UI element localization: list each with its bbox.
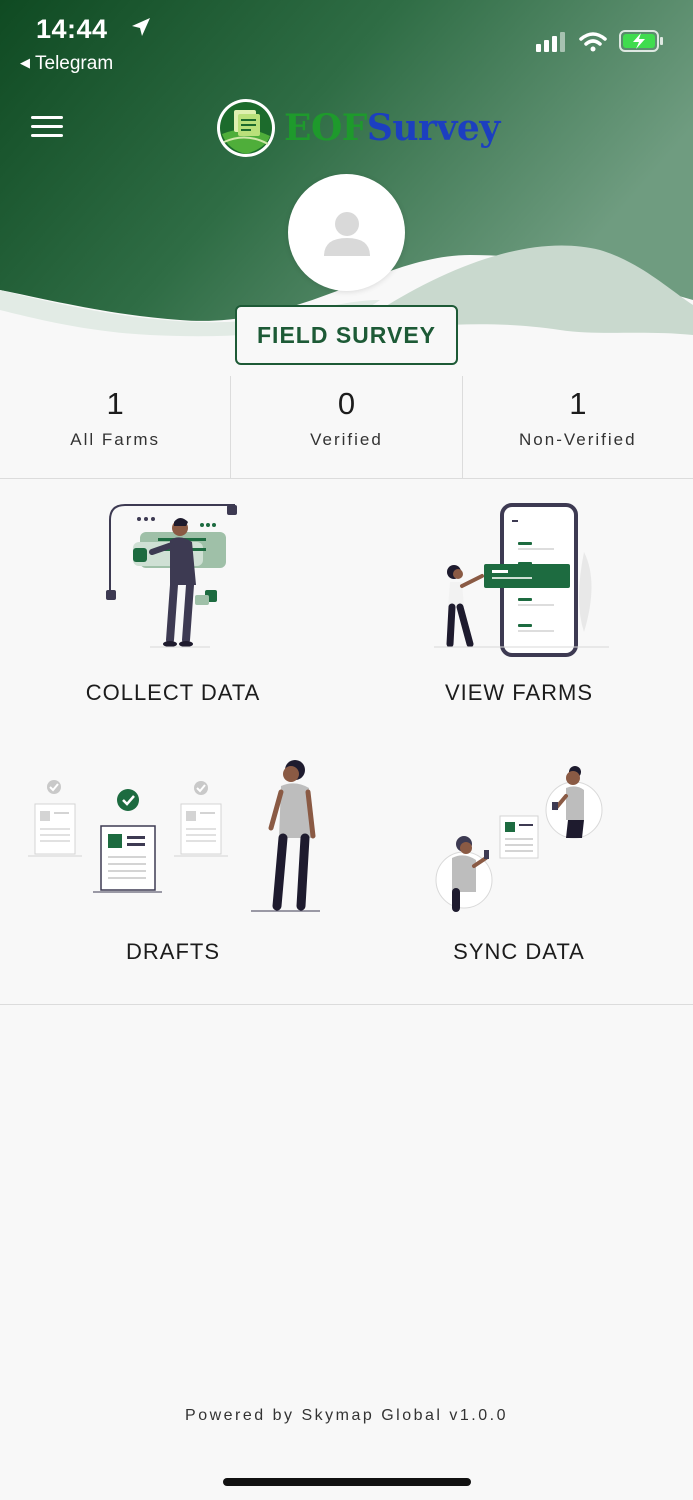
collect-data-illustration bbox=[106, 504, 237, 648]
back-triangle-icon: ◀ bbox=[20, 55, 30, 70]
home-indicator[interactable] bbox=[223, 1478, 471, 1486]
app-logo: EOFSurvey bbox=[216, 98, 500, 158]
stat-value: 1 bbox=[106, 386, 124, 421]
back-app-label: Telegram bbox=[35, 53, 114, 74]
stat-verified[interactable]: 0 Verified bbox=[231, 376, 463, 478]
stat-all-farms[interactable]: 1 All Farms bbox=[0, 376, 232, 478]
stat-value: 0 bbox=[337, 386, 356, 421]
eof-survey-logo-icon bbox=[217, 99, 275, 157]
stat-value: 1 bbox=[569, 386, 587, 421]
cellular-signal-icon bbox=[536, 32, 566, 52]
battery-charging-icon bbox=[619, 30, 663, 52]
status-time: 14:44 bbox=[36, 14, 108, 44]
avatar[interactable] bbox=[288, 174, 405, 291]
user-avatar-icon bbox=[323, 211, 370, 256]
collect-data-label: COLLECT DATA bbox=[85, 680, 261, 705]
view-farms-illustration bbox=[434, 503, 609, 657]
stat-non-verified[interactable]: 1 Non-Verified bbox=[463, 376, 693, 478]
field-survey-button[interactable]: FIELD SURVEY bbox=[235, 305, 458, 365]
menu-button[interactable] bbox=[28, 112, 66, 142]
stat-label: All Farms bbox=[70, 430, 161, 449]
farm-stats: 1 All Farms 0 Verified 1 Non-Verified bbox=[0, 376, 693, 479]
back-to-app-link[interactable]: ◀ Telegram bbox=[20, 53, 113, 75]
wifi-icon bbox=[578, 32, 607, 52]
sync-data-label: SYNC DATA bbox=[453, 939, 585, 964]
location-arrow-icon bbox=[132, 18, 150, 36]
section-divider bbox=[0, 1004, 693, 1005]
view-farms-tile[interactable]: VIEW FARMS bbox=[346, 490, 692, 745]
logo-text-survey: Survey bbox=[366, 107, 500, 149]
stat-label: Non-Verified bbox=[519, 430, 637, 449]
sync-data-tile[interactable]: SYNC DATA bbox=[346, 748, 692, 1003]
collect-data-tile[interactable]: COLLECT DATA bbox=[0, 490, 346, 745]
stat-label: Verified bbox=[310, 430, 383, 449]
drafts-illustration bbox=[28, 760, 320, 912]
hamburger-menu-icon bbox=[28, 116, 66, 137]
drafts-tile[interactable]: DRAFTS bbox=[0, 748, 346, 1003]
logo-text-eof: EOF bbox=[284, 107, 367, 149]
drafts-label: DRAFTS bbox=[126, 939, 220, 964]
footer-powered-by: Powered by Skymap Global v1.0.0 bbox=[185, 1407, 508, 1424]
view-farms-label: VIEW FARMS bbox=[444, 680, 594, 705]
sync-data-illustration bbox=[435, 766, 603, 912]
status-indicators bbox=[536, 30, 665, 57]
